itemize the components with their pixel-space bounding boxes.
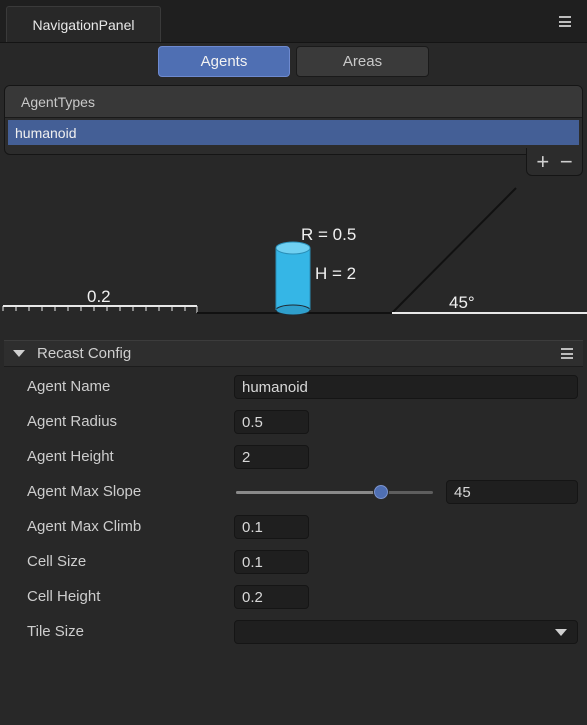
areas-tab-button[interactable]: Areas [296, 46, 429, 77]
cell-height-input[interactable]: 0.2 [234, 585, 309, 609]
agent-cylinder [275, 241, 311, 316]
agent-types-title: AgentTypes [21, 93, 95, 110]
panel-menu-icon[interactable] [559, 16, 571, 27]
agent-height-row: Agent Height 2 [0, 445, 587, 469]
agent-types-header: AgentTypes [5, 86, 582, 118]
slope-label: 45° [449, 293, 475, 312]
remove-agent-button[interactable]: − [560, 150, 573, 173]
agent-max-slope-input[interactable]: 45 [446, 480, 578, 504]
agent-max-slope-row: Agent Max Slope 45 [0, 480, 587, 504]
agent-height-label: Agent Height [27, 448, 114, 465]
agent-max-slope-label: Agent Max Slope [27, 483, 142, 500]
agent-types-list: AgentTypes humanoid [4, 85, 583, 155]
step-label: 0.2 [87, 287, 111, 306]
height-label: H = 2 [315, 264, 356, 283]
agent-name-label: Agent Name [27, 378, 111, 395]
tile-size-label: Tile Size [27, 623, 84, 640]
areas-tab-label: Areas [342, 53, 383, 70]
agent-name-input[interactable]: humanoid [234, 375, 578, 399]
agents-tab-button[interactable]: Agents [158, 46, 290, 77]
agents-tab-label: Agents [200, 53, 248, 70]
agent-max-climb-label: Agent Max Climb [27, 518, 142, 535]
cell-size-input[interactable]: 0.1 [234, 550, 309, 574]
chevron-down-icon [555, 629, 567, 636]
list-item-humanoid[interactable]: humanoid [8, 120, 579, 145]
agent-max-climb-input[interactable]: 0.1 [234, 515, 309, 539]
max-slope-slider[interactable] [236, 491, 433, 494]
recast-config-header[interactable]: Recast Config [4, 340, 583, 367]
step-ticks [2, 306, 198, 313]
cell-size-label: Cell Size [27, 553, 87, 570]
add-agent-button[interactable]: + [536, 150, 549, 173]
cell-height-label: Cell Height [27, 588, 101, 605]
tab-navigation-panel[interactable]: NavigationPanel [6, 6, 161, 42]
agent-max-climb-row: Agent Max Climb 0.1 [0, 515, 587, 539]
agent-radius-row: Agent Radius 0.5 [0, 410, 587, 434]
tile-size-row: Tile Size [0, 620, 587, 644]
max-slope-slider-fill [236, 491, 380, 494]
tab-title: NavigationPanel [32, 16, 135, 33]
collapse-triangle-icon[interactable] [13, 350, 25, 357]
tile-size-dropdown[interactable] [234, 620, 578, 644]
agent-diagram: R = 0.5 H = 2 0.2 45° [2, 187, 587, 316]
agent-name-row: Agent Name humanoid [0, 375, 587, 399]
agent-height-input[interactable]: 2 [234, 445, 309, 469]
recast-config-title: Recast Config [37, 345, 132, 362]
cell-height-row: Cell Height 0.2 [0, 585, 587, 609]
cell-size-row: Cell Size 0.1 [0, 550, 587, 574]
add-remove-footer: + − [526, 148, 583, 176]
list-item-label: humanoid [15, 124, 77, 141]
max-slope-slider-handle[interactable] [372, 484, 389, 500]
tab-bar: NavigationPanel [0, 0, 587, 43]
radius-label: R = 0.5 [301, 225, 356, 244]
agent-radius-input[interactable]: 0.5 [234, 410, 309, 434]
agent-radius-label: Agent Radius [27, 413, 118, 430]
section-menu-icon[interactable] [561, 348, 573, 359]
